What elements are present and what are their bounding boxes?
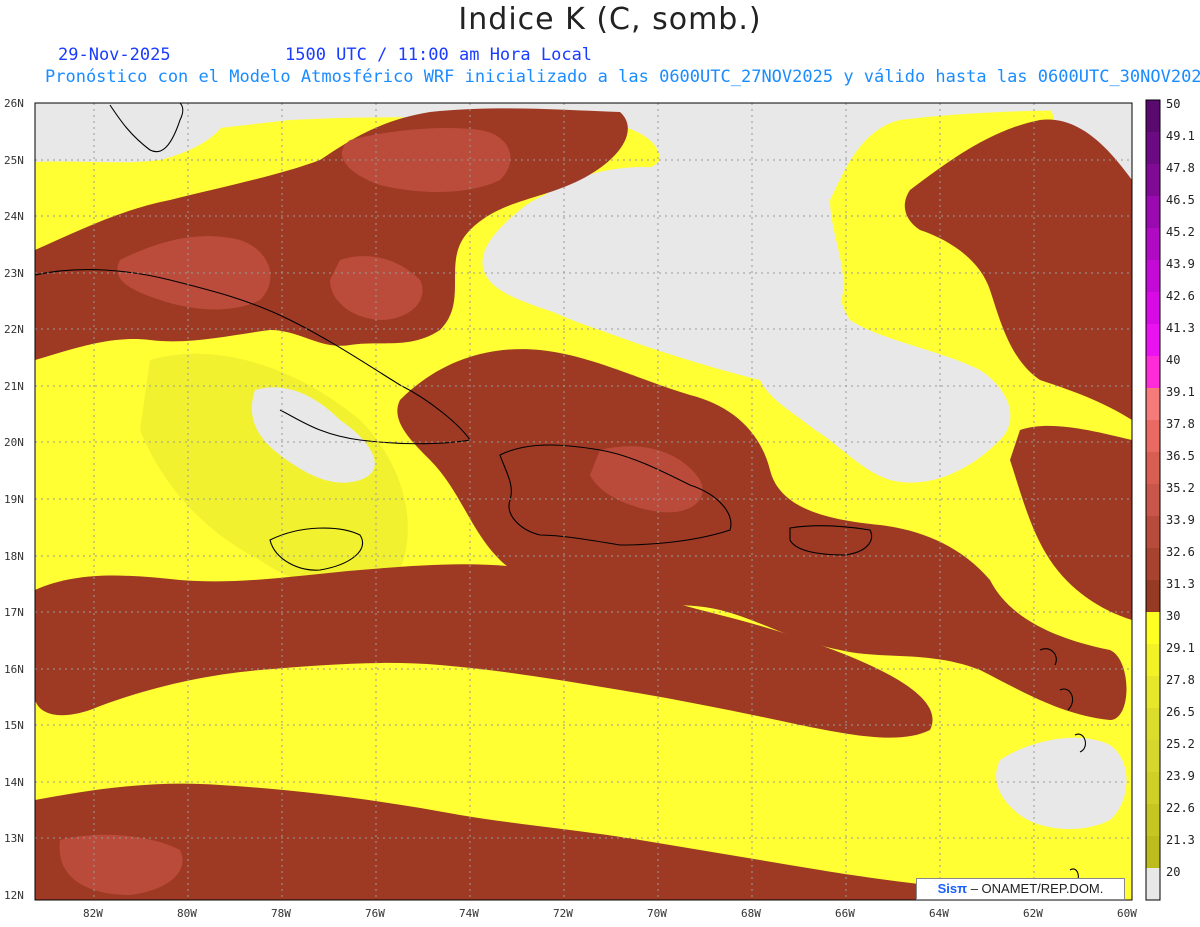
lat-label: 23N [4,267,24,280]
lon-label: 68W [741,907,761,920]
lat-label: 20N [4,436,24,449]
colorbar-label: 50 [1166,97,1180,111]
lon-label: 82W [83,907,103,920]
colorbar-swatch [1146,100,1160,133]
colorbar-label: 30 [1166,609,1180,623]
lon-label: 66W [835,907,855,920]
lat-label: 24N [4,210,24,223]
lon-label: 64W [929,907,949,920]
colorbar-label: 36.5 [1166,449,1195,463]
colorbar-label: 35.2 [1166,481,1195,495]
colorbar-label: 32.6 [1166,545,1195,559]
colorbar-swatch [1146,772,1160,805]
colorbar-label: 23.9 [1166,769,1195,783]
colorbar-label: 29.1 [1166,641,1195,655]
colorbar-label: 27.8 [1166,673,1195,687]
lat-label: 12N [4,889,24,902]
colorbar-swatch [1146,836,1160,869]
lat-label: 18N [4,550,24,563]
longitude-labels: 82W 80W 78W 76W 74W 72W 70W 68W 66W 64W … [83,907,1137,920]
colorbar-swatch [1146,132,1160,165]
lon-label: 78W [271,907,291,920]
colorbar-swatch [1146,452,1160,485]
colorbar-swatch [1146,164,1160,197]
lat-label: 21N [4,380,24,393]
colorbar: 50 49.1 47.8 46.5 45.2 43.9 42.6 41.3 40 39.1 37.8… [1145,97,1195,901]
colorbar-swatch [1146,708,1160,741]
colorbar-swatch [1146,196,1160,229]
colorbar-swatches [1146,100,1160,901]
lat-label: 25N [4,154,24,167]
colorbar-label: 22.6 [1166,801,1195,815]
colorbar-label: 42.6 [1166,289,1195,303]
credit-box: Sisπ – ONAMET/REP.DOM. [916,878,1125,900]
colorbar-label: 39.1 [1166,385,1195,399]
colorbar-label: 31.3 [1166,577,1195,591]
k-index-map: 26N 25N 24N 23N 22N 21N 20N 19N 18N 17N … [4,97,1195,920]
colorbar-label: 37.8 [1166,417,1195,431]
lat-label: 15N [4,719,24,732]
colorbar-label: 21.3 [1166,833,1195,847]
lon-label: 76W [365,907,385,920]
lat-label: 26N [4,97,24,110]
colorbar-swatch [1146,228,1160,261]
colorbar-label: 26.5 [1166,705,1195,719]
k-index-field [35,105,1132,900]
colorbar-swatch [1146,420,1160,453]
colorbar-swatch [1146,356,1160,389]
colorbar-swatch [1146,260,1160,293]
colorbar-label: 43.9 [1166,257,1195,271]
colorbar-swatch [1146,388,1160,421]
lon-label: 80W [177,907,197,920]
colorbar-swatch [1146,644,1160,677]
colorbar-swatch [1146,324,1160,357]
latitude-labels: 26N 25N 24N 23N 22N 21N 20N 19N 18N 17N … [4,97,24,902]
colorbar-swatch [1146,580,1160,613]
colorbar-swatch [1146,740,1160,773]
colorbar-swatch [1146,804,1160,837]
colorbar-swatch [1146,676,1160,709]
colorbar-swatch [1146,868,1160,901]
lon-label: 60W [1117,907,1137,920]
lat-label: 16N [4,663,24,676]
colorbar-swatch [1146,484,1160,517]
lon-label: 70W [647,907,667,920]
colorbar-label: 25.2 [1166,737,1195,751]
lon-label: 72W [553,907,573,920]
credit-text: – ONAMET/REP.DOM. [970,881,1104,896]
lon-label: 74W [459,907,479,920]
lon-label: 62W [1023,907,1043,920]
colorbar-label: 40 [1166,353,1180,367]
colorbar-swatch [1146,516,1160,549]
lat-label: 22N [4,323,24,336]
sispi-logo: Sisπ [937,881,968,896]
colorbar-label: 47.8 [1166,161,1195,175]
colorbar-labels: 50 49.1 47.8 46.5 45.2 43.9 42.6 41.3 40 39.1 37.8… [1166,97,1195,879]
colorbar-label: 49.1 [1166,129,1195,143]
colorbar-label: 45.2 [1166,225,1195,239]
lat-label: 14N [4,776,24,789]
colorbar-label: 41.3 [1166,321,1195,335]
colorbar-label: 20 [1166,865,1180,879]
colorbar-swatch [1146,612,1160,645]
colorbar-label: 46.5 [1166,193,1195,207]
colorbar-label: 33.9 [1166,513,1195,527]
colorbar-swatch [1146,548,1160,581]
lat-label: 17N [4,606,24,619]
lat-label: 13N [4,832,24,845]
colorbar-swatch [1146,292,1160,325]
lat-label: 19N [4,493,24,506]
